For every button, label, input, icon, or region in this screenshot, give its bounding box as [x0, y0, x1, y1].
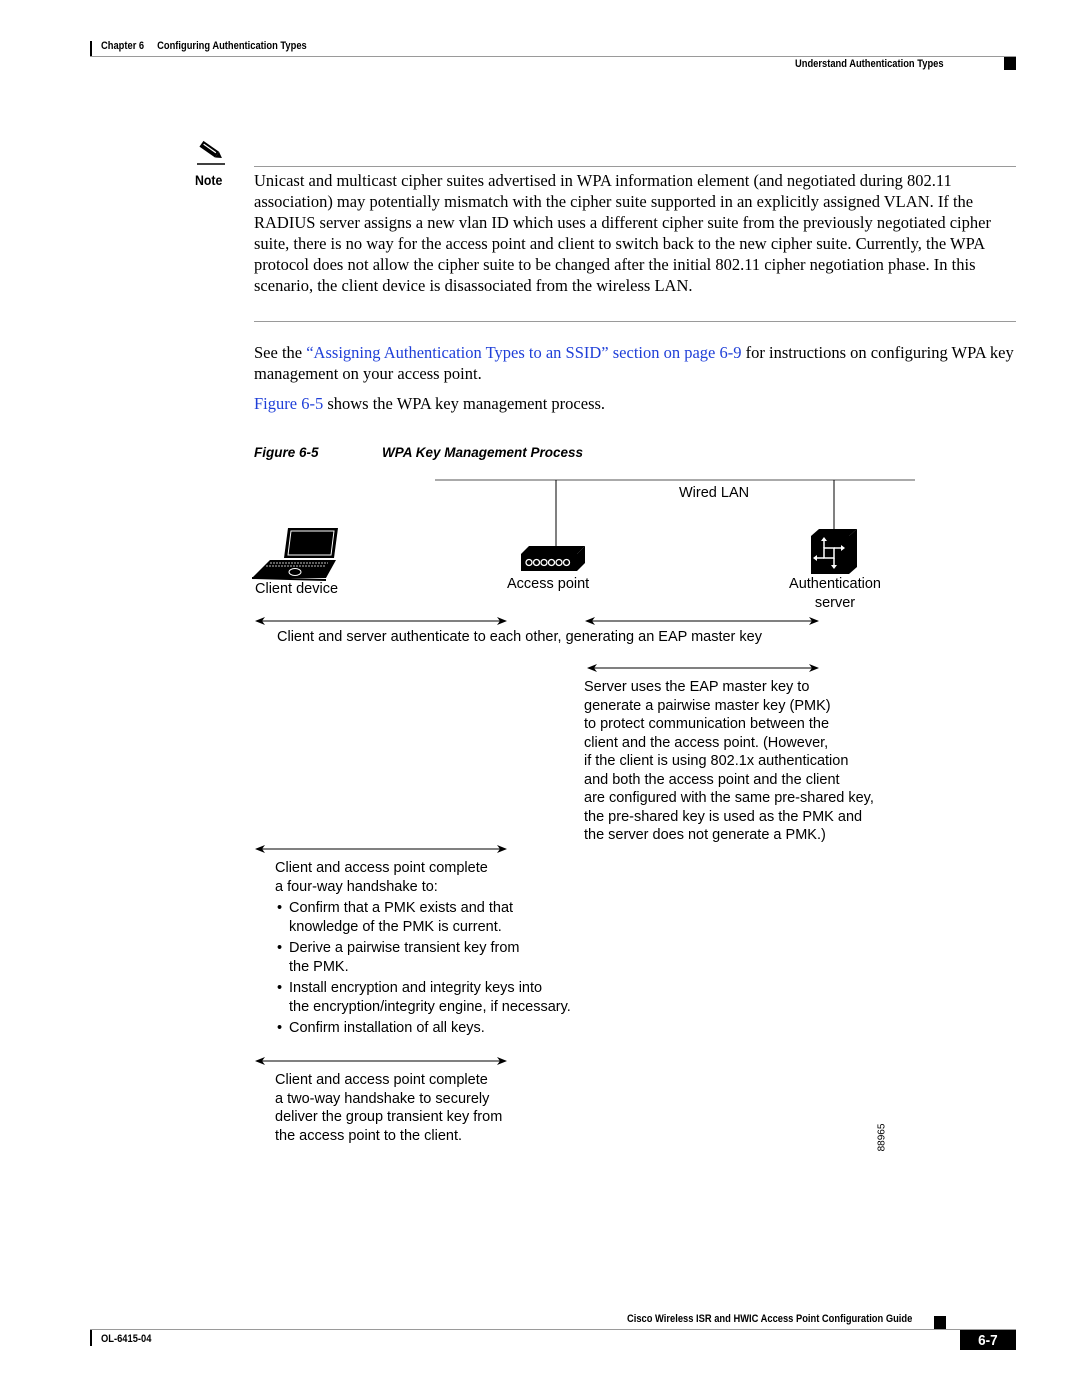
figure-id: 88965 [876, 1123, 888, 1152]
bullet-dot: • [277, 940, 283, 956]
step3-bullet: • Install encryption and integrity keys … [277, 980, 571, 1015]
step3-intro-line: a four-way handshake to: [275, 878, 438, 895]
wired-lan-label: Wired LAN [679, 485, 750, 501]
authentication-server-icon [809, 528, 859, 576]
step3-bullet: • Confirm installation of all keys. [277, 1020, 485, 1036]
step4-line: a two-way handshake to securely [275, 1090, 490, 1107]
bullet-dot: • [277, 1020, 283, 1036]
auth-server-label-line1: Authentication [789, 576, 881, 592]
auth-server-label: Authentication server [785, 575, 885, 612]
access-point-label: Access point [507, 576, 590, 592]
step2-line: are configured with the same pre-shared … [584, 790, 874, 806]
step2-line: and both the access point and the client [584, 771, 840, 788]
step2-line: client and the access point. (However, [584, 734, 829, 751]
step2-line: Server uses the EAP master key to [584, 679, 810, 695]
doc-number: OL-6415-04 [101, 1333, 152, 1345]
step4-line: deliver the group transient key from [275, 1109, 503, 1125]
step3-bullet: • Derive a pairwise transient key from t… [277, 940, 520, 975]
page-number: 6-7 [978, 1331, 998, 1349]
client-device-label: Client device [255, 581, 339, 597]
step2-line: the pre-shared key is used as the PMK an… [584, 808, 863, 825]
footer-left-bar [90, 1330, 92, 1346]
step4-line: the access point to the client. [275, 1127, 462, 1144]
step4-line: Client and access point complete [275, 1072, 488, 1088]
laptop-icon [250, 526, 342, 582]
step3-text: Client and access point complete a four-… [275, 859, 571, 1038]
guide-title: Cisco Wireless ISR and HWIC Access Point… [627, 1313, 913, 1325]
step1-text: Client and server authenticate to each o… [277, 629, 762, 645]
diagram-lines [255, 479, 915, 1065]
step2-text: Server uses the EAP master key to genera… [584, 678, 874, 845]
page-number-box: 6-7 [960, 1330, 1016, 1350]
step3-intro-line: Client and access point complete [275, 860, 488, 876]
auth-server-label-line2: server [814, 594, 856, 611]
bullet-dot: • [277, 980, 283, 996]
step2-line: if the client is using 802.1x authentica… [584, 753, 849, 769]
step2-line: to protect communication between the [584, 716, 830, 732]
bullet-dot: • [277, 900, 283, 916]
step4-text: Client and access point complete a two-w… [275, 1071, 502, 1145]
step2-line: the server does not generate a PMK.) [584, 827, 826, 843]
footer-marker [934, 1316, 946, 1329]
footer-rule [90, 1329, 1016, 1330]
step3-bullet: • Confirm that a PMK exists and that kno… [277, 900, 514, 935]
access-point-icon [519, 544, 587, 572]
step2-line: generate a pairwise master key (PMK) [584, 697, 831, 714]
